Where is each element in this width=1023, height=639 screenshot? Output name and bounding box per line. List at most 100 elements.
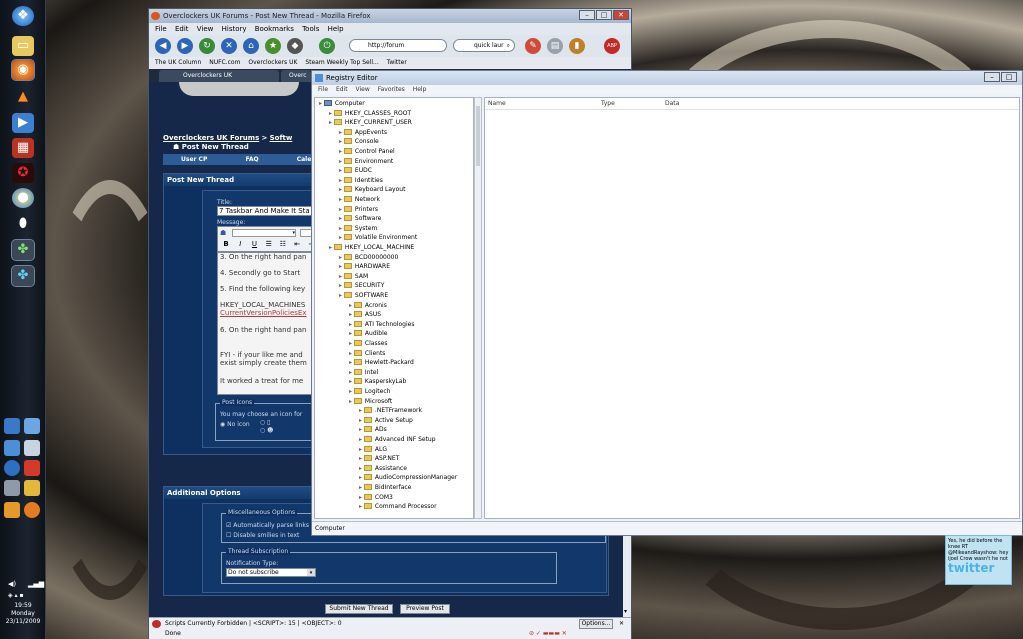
registry-tree-node[interactable]: ▸ Command Processor <box>359 502 437 511</box>
bookmark-icon[interactable]: ★ <box>265 38 281 54</box>
registry-tree-node[interactable]: ▸ BidInterface <box>359 483 411 492</box>
bookmark-item[interactable]: The UK Column <box>155 59 201 66</box>
menu-view[interactable]: View <box>197 25 214 33</box>
close-bar-icon[interactable]: ✕ <box>619 618 624 629</box>
registry-tree-node[interactable]: ▸ Keyboard Layout <box>339 185 405 194</box>
minimize-button[interactable]: – <box>579 10 595 20</box>
registry-tree-node[interactable]: ▸ AppEvents <box>339 128 387 137</box>
nav-faq[interactable]: FAQ <box>245 156 258 163</box>
steam-icon[interactable]: ⬮ <box>12 214 34 234</box>
registry-tree-node[interactable]: ▸ Control Panel <box>339 147 395 156</box>
registry-tree-node[interactable]: ▸ ASUS <box>349 310 381 319</box>
registry-tree-node[interactable]: ▸ HKEY_LOCAL_MACHINE <box>329 243 414 252</box>
close-button[interactable]: ✕ <box>613 10 629 20</box>
signal-icon[interactable]: ▂▄▆ <box>28 580 44 588</box>
preview-post-button[interactable]: Preview Post <box>400 604 450 614</box>
reg-menu-help[interactable]: Help <box>413 86 427 93</box>
vlc-icon[interactable]: ▲ <box>12 87 34 107</box>
registry-tree-node[interactable]: ▸ Computer <box>319 99 365 108</box>
registry-tree-node[interactable]: ▸ HKEY_CURRENT_USER <box>329 118 412 127</box>
registry-tree-node[interactable]: ▸ AudioCompressionManager <box>359 473 457 482</box>
toolbar-icon[interactable]: ▤ <box>547 38 563 54</box>
firefox-icon[interactable]: ◉ <box>11 59 35 81</box>
maximize-button[interactable]: □ <box>596 10 612 20</box>
folder-icon[interactable]: ▭ <box>12 36 34 56</box>
underline-button[interactable]: U <box>249 240 259 250</box>
registry-tree-node[interactable]: ▸ SAM <box>339 272 368 281</box>
toolbar-icon-2[interactable]: ▮ <box>569 38 585 54</box>
menu-help[interactable]: Help <box>328 25 344 33</box>
info-icon[interactable] <box>24 502 40 518</box>
url-bar[interactable]: http://forum <box>349 39 447 52</box>
registry-tree-node[interactable]: ▸ Volatile Environment <box>339 233 417 242</box>
monitor-icon[interactable] <box>4 418 20 434</box>
registry-maximize-button[interactable]: □ <box>1001 72 1017 82</box>
registry-tree-node[interactable]: ▸ ASP.NET <box>359 454 399 463</box>
registry-tree-node[interactable]: ▸ Identities <box>339 176 383 185</box>
reg-menu-file[interactable]: File <box>318 86 328 93</box>
registry-tree-node[interactable]: ▸ HARDWARE <box>339 262 390 271</box>
reload-icon[interactable]: ↻ <box>199 38 215 54</box>
forward-icon[interactable]: ▶ <box>177 38 193 54</box>
radio-icon[interactable]: ○ ▯ <box>260 419 270 426</box>
network-icon[interactable]: ✤ <box>11 239 35 261</box>
column-type[interactable]: Type <box>601 100 615 107</box>
menu-bookmarks[interactable]: Bookmarks <box>255 25 294 33</box>
registry-tree-node[interactable]: ▸ Assistance <box>359 464 407 473</box>
registry-tree-node[interactable]: ▸ .NETFramework <box>359 406 422 415</box>
registry-tree-node[interactable]: ▸ System <box>339 224 377 233</box>
tree-scroll-thumb[interactable] <box>476 106 480 166</box>
breadcrumb-root[interactable]: Overclockers UK Forums <box>163 134 259 142</box>
outdent-icon[interactable]: ⇤ <box>292 240 302 250</box>
registry-tree-node[interactable]: ▸ Hewlett-Packard <box>349 358 414 367</box>
tab-overclockers[interactable]: Overclockers UK <box>159 70 279 82</box>
registry-tree-node[interactable]: ▸ Audible <box>349 329 387 338</box>
display-icon[interactable] <box>24 418 40 434</box>
tag-icon[interactable]: ◆ <box>287 38 303 54</box>
registry-tree-node[interactable]: ▸ Environment <box>339 157 393 166</box>
back-icon[interactable]: ◀ <box>155 38 171 54</box>
tab-overclockers-2[interactable]: Overc <box>281 70 311 82</box>
noscript-options-button[interactable]: Options... <box>579 619 613 629</box>
tree-scrollbar[interactable] <box>474 97 482 519</box>
registry-tree-node[interactable]: ▸ ALG <box>359 445 387 454</box>
bookmark-item[interactable]: Twitter <box>387 59 407 66</box>
registry-titlebar[interactable]: Registry Editor – □ <box>312 71 1022 85</box>
reg-menu-edit[interactable]: Edit <box>336 86 348 93</box>
volume-icon[interactable]: ◀) <box>8 580 16 588</box>
registry-tree-node[interactable]: ▸ Microsoft <box>349 397 392 406</box>
registry-tree-node[interactable]: ▸ Advanced INF Setup <box>359 435 436 444</box>
menu-history[interactable]: History <box>222 25 247 33</box>
twitter-gadget[interactable]: Yes, he did before the knee RT @MikeandR… <box>945 535 1012 585</box>
unordered-list-icon[interactable]: ☷ <box>278 240 288 250</box>
power-icon[interactable]: ⏻ <box>319 38 335 54</box>
adblock-icon[interactable]: ABP <box>604 38 620 54</box>
network-tray-icon[interactable] <box>4 440 20 456</box>
registry-minimize-button[interactable]: – <box>984 72 1000 82</box>
registry-tree-node[interactable]: ▸ ADs <box>359 425 387 434</box>
bold-button[interactable]: B <box>221 240 231 250</box>
globe-tray-icon[interactable] <box>4 460 20 476</box>
breadcrumb-next[interactable]: Softw <box>270 134 293 142</box>
column-data[interactable]: Data <box>665 100 679 107</box>
registry-tree-node[interactable]: ▸ KasperskyLab <box>349 377 406 386</box>
registry-tree-node[interactable]: ▸ Printers <box>339 205 378 214</box>
media-player-icon[interactable]: ▶ <box>12 113 34 133</box>
registry-tree-node[interactable]: ▸ COM3 <box>359 493 393 502</box>
kaspersky-icon[interactable] <box>24 460 40 476</box>
registry-tree-node[interactable]: ▸ HKEY_CLASSES_ROOT <box>329 109 411 118</box>
globe-icon[interactable]: ● <box>12 188 34 208</box>
bookmark-item[interactable]: NUFC.com <box>209 59 240 66</box>
reg-menu-favorites[interactable]: Favorites <box>378 86 405 93</box>
mail-icon[interactable] <box>24 480 40 496</box>
parse-links-option[interactable]: ☑ Automatically parse links <box>226 522 309 529</box>
registry-tree-node[interactable]: ▸ Software <box>339 214 381 223</box>
windows-orb-icon[interactable]: ❖ <box>12 6 34 26</box>
registry-tree-node[interactable]: ▸ Active Setup <box>359 416 413 425</box>
tray-expand-icon[interactable]: ◈ ▴ ▪ <box>8 592 24 599</box>
bookmark-item[interactable]: Steam Weekly Top Sell... <box>305 59 378 66</box>
notification-select[interactable]: Do not subscribe ▾ <box>226 568 316 577</box>
font-select[interactable]: ▾ <box>232 229 296 237</box>
ordered-list-icon[interactable]: ☰ <box>264 240 274 250</box>
tools-icon[interactable] <box>4 480 20 496</box>
